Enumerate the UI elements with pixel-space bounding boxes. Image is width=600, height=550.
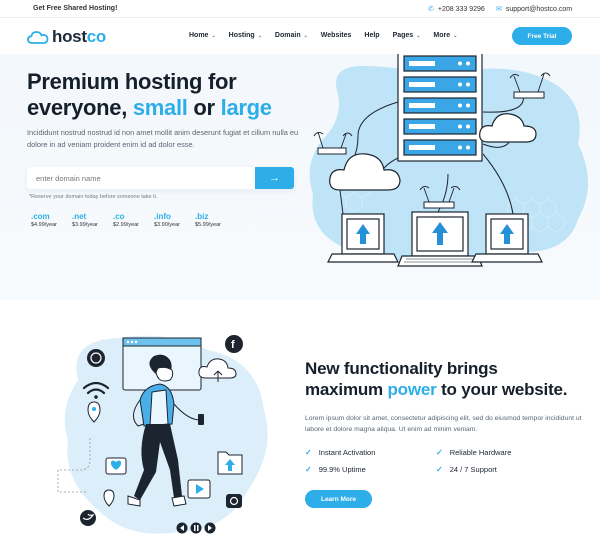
nav-item-more[interactable]: More ⌄	[433, 32, 457, 39]
features-section: f New functionality brings maximum power…	[0, 300, 600, 550]
hero-section: Premium hosting for everyone, small or l…	[0, 54, 600, 300]
envelope-icon: ✉	[496, 6, 502, 13]
phone-icon: ✆	[428, 6, 434, 13]
hosting-network-illustration	[309, 54, 588, 267]
tld-item-info[interactable]: .info $3.90/year	[154, 212, 195, 228]
domain-search-button[interactable]: →	[255, 167, 294, 189]
nav-item-websites[interactable]: Websites	[321, 32, 352, 39]
check-icon: ✓	[436, 448, 443, 457]
email-address: support@hostco.com	[505, 5, 573, 13]
hero-description: Incididunt nostrud nostrud id non amet m…	[27, 128, 299, 149]
chevron-down-icon: ⌄	[416, 32, 421, 39]
reserve-note: *Reserve your domain today before someon…	[29, 194, 158, 200]
tld-item-com[interactable]: .com $4.99/year	[31, 212, 72, 228]
tld-price-list: .com $4.99/year .net $3.99/year .co $2.99/y…	[31, 212, 236, 228]
top-bar: Get Free Shared Hosting! ✆ +208 333 9296…	[0, 0, 600, 18]
social-connectivity-illustration: f	[57, 335, 268, 534]
chevron-down-icon: ⌄	[303, 32, 308, 39]
svg-text:f: f	[231, 339, 235, 351]
nav-item-domain[interactable]: Domain ⌄	[275, 32, 308, 39]
cloud-icon	[27, 31, 49, 44]
logo-wordmark: hostco	[52, 27, 106, 46]
nav-item-help[interactable]: Help	[364, 32, 379, 39]
section-title: New functionality brings maximum power t…	[305, 359, 568, 399]
domain-search: →	[27, 167, 294, 189]
free-trial-button[interactable]: Free Trial	[512, 27, 572, 45]
feature-item: ✓ Reliable Hardware	[436, 448, 512, 457]
feature-item: ✓ Instant Activation	[305, 448, 376, 457]
section-description: Lorem ipsum dolor sit amet, consectetur …	[305, 415, 582, 433]
site-header: hostco Home ⌄ Hosting ⌄ Domain ⌄ Websites H…	[0, 18, 600, 54]
nav-item-pages[interactable]: Pages ⌄	[393, 32, 421, 39]
nav-item-hosting[interactable]: Hosting ⌄	[229, 32, 262, 39]
tld-item-biz[interactable]: .biz $5.99/year	[195, 212, 236, 228]
logo[interactable]: hostco	[27, 27, 106, 47]
email-contact[interactable]: ✉ support@hostco.com	[496, 5, 573, 14]
domain-search-input[interactable]	[27, 167, 255, 189]
promo-text[interactable]: Get Free Shared Hosting!	[33, 5, 117, 12]
check-icon: ✓	[305, 448, 312, 457]
arrow-right-icon: →	[269, 172, 280, 184]
tld-item-net[interactable]: .net $3.99/year	[72, 212, 113, 228]
feature-list: ✓ Instant Activation ✓ Reliable Hardware ✓…	[305, 448, 565, 474]
phone-contact[interactable]: ✆ +208 333 9296	[428, 5, 485, 14]
tld-item-co[interactable]: .co $2.99/year	[113, 212, 154, 228]
hero-title: Premium hosting for everyone, small or l…	[27, 69, 272, 120]
nav-item-home[interactable]: Home ⌄	[189, 32, 216, 39]
learn-more-button[interactable]: Learn More	[305, 490, 372, 508]
feature-item: ✓ 24 / 7 Support	[436, 465, 497, 474]
chevron-down-icon: ⌄	[453, 32, 458, 39]
chevron-down-icon: ⌄	[257, 32, 262, 39]
chevron-down-icon: ⌄	[211, 32, 216, 39]
main-nav: Home ⌄ Hosting ⌄ Domain ⌄ Websites Help Pag…	[189, 32, 470, 39]
feature-item: ✓ 99.9% Uptime	[305, 465, 366, 474]
check-icon: ✓	[436, 465, 443, 474]
phone-number: +208 333 9296	[437, 5, 485, 13]
check-icon: ✓	[305, 465, 312, 474]
